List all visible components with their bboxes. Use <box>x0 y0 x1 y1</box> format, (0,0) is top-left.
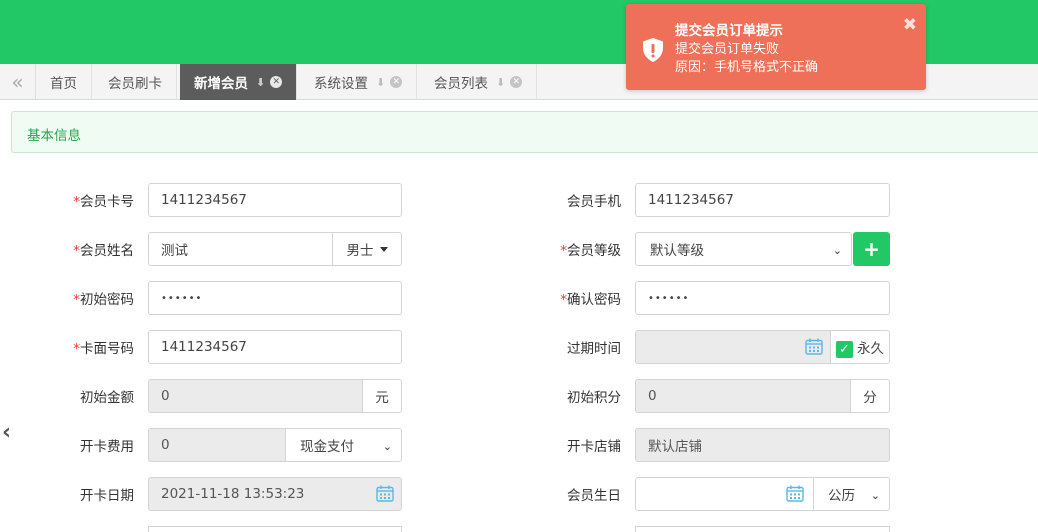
init-password-label: *初始密码 <box>73 292 134 308</box>
tab-member-list[interactable]: 会员列表 ⬇ ✕ <box>420 64 538 100</box>
plus-icon: + <box>863 237 880 261</box>
pin-icon[interactable]: ⬇ <box>376 76 385 89</box>
name-label: *会员姓名 <box>73 243 134 259</box>
calendar-type-select[interactable]: 公历 ⌄ <box>813 477 890 511</box>
init-password-input[interactable]: •••••• <box>148 281 402 315</box>
name-input[interactable]: 测试 <box>148 232 333 266</box>
amount-unit: 元 <box>362 379 402 413</box>
next-row-input-edge <box>148 526 402 532</box>
card-fee-label: 开卡费用 <box>80 439 134 455</box>
card-no-label: *会员卡号 <box>73 194 134 210</box>
add-level-button[interactable]: + <box>853 232 890 266</box>
level-select[interactable]: 默认等级 ⌄ <box>635 232 852 266</box>
tab-add-member[interactable]: 新增会员 ⬇ ✕ <box>180 64 298 100</box>
section-title: 基本信息 <box>27 128 81 144</box>
tab-label: 首页 <box>50 76 77 92</box>
init-points-label: 初始积分 <box>567 390 621 406</box>
tab-home[interactable]: 首页 <box>36 64 92 100</box>
toast-message: 提交会员订单失败 <box>675 42 780 57</box>
payment-method-select[interactable]: 现金支付 ⌄ <box>285 428 402 462</box>
pin-icon[interactable]: ⬇ <box>256 76 265 89</box>
chevron-down-icon: ⌄ <box>832 244 842 257</box>
card-fee-input[interactable]: 0 <box>148 428 286 462</box>
card-no-input[interactable]: 1411234567 <box>148 183 402 217</box>
expire-label: 过期时间 <box>567 341 621 357</box>
gender-dropdown[interactable]: 男士 <box>332 232 402 266</box>
basic-info-section-header: 基本信息 <box>11 111 1038 153</box>
forever-checkbox[interactable]: ✓ <box>836 341 853 358</box>
close-icon[interactable]: ✖ <box>903 15 917 35</box>
phone-input[interactable]: 1411234567 <box>635 183 890 217</box>
init-points-input[interactable]: 0 <box>635 379 851 413</box>
error-toast: 提交会员订单提示 提交会员订单失败 原因：手机号格式不正确 ✖ <box>626 4 926 90</box>
tab-label: 会员刷卡 <box>108 76 162 92</box>
init-amount-input[interactable]: 0 <box>148 379 363 413</box>
calendar-icon[interactable] <box>376 485 394 502</box>
tab-label: 会员列表 <box>434 76 488 92</box>
confirm-password-input[interactable]: •••••• <box>635 281 890 315</box>
chevron-left-icon[interactable]: ‹ <box>2 420 11 445</box>
pin-icon[interactable]: ⬇ <box>496 76 505 89</box>
tab-label: 系统设置 <box>314 76 368 92</box>
chevron-down-icon: ⌄ <box>870 489 880 502</box>
points-unit: 分 <box>850 379 890 413</box>
calendar-icon[interactable] <box>805 338 823 355</box>
open-date-label: 开卡日期 <box>80 488 134 504</box>
init-amount-label: 初始金额 <box>80 390 134 406</box>
close-tab-icon[interactable]: ✕ <box>510 76 523 88</box>
phone-label: 会员手机 <box>567 194 621 210</box>
double-chevron-left-icon[interactable]: « <box>0 64 36 100</box>
shield-alert-icon <box>643 38 663 62</box>
caret-down-icon <box>379 246 388 252</box>
birthday-label: 会员生日 <box>567 488 621 504</box>
face-no-label: *卡面号码 <box>73 341 134 357</box>
close-tab-icon[interactable]: ✕ <box>270 76 283 88</box>
calendar-icon[interactable] <box>786 485 804 502</box>
chevron-down-icon: ⌄ <box>382 440 392 453</box>
store-input: 默认店铺 <box>635 428 890 462</box>
face-no-input[interactable]: 1411234567 <box>148 330 402 364</box>
toast-title: 提交会员订单提示 <box>675 23 783 39</box>
expire-date-input[interactable] <box>635 330 831 364</box>
toast-reason: 原因：手机号格式不正确 <box>675 60 819 75</box>
forever-label: 永久 <box>857 341 884 357</box>
tab-label: 新增会员 <box>194 76 248 92</box>
level-label: *会员等级 <box>560 243 621 259</box>
confirm-password-label: *确认密码 <box>560 292 621 308</box>
next-row-input-edge <box>635 526 890 532</box>
tab-system-settings[interactable]: 系统设置 ⬇ ✕ <box>300 64 418 100</box>
open-date-input[interactable]: 2021-11-18 13:53:23 <box>148 477 402 511</box>
store-label: 开卡店铺 <box>567 439 621 455</box>
tab-member-swipe[interactable]: 会员刷卡 <box>94 64 177 100</box>
close-tab-icon[interactable]: ✕ <box>390 76 403 88</box>
